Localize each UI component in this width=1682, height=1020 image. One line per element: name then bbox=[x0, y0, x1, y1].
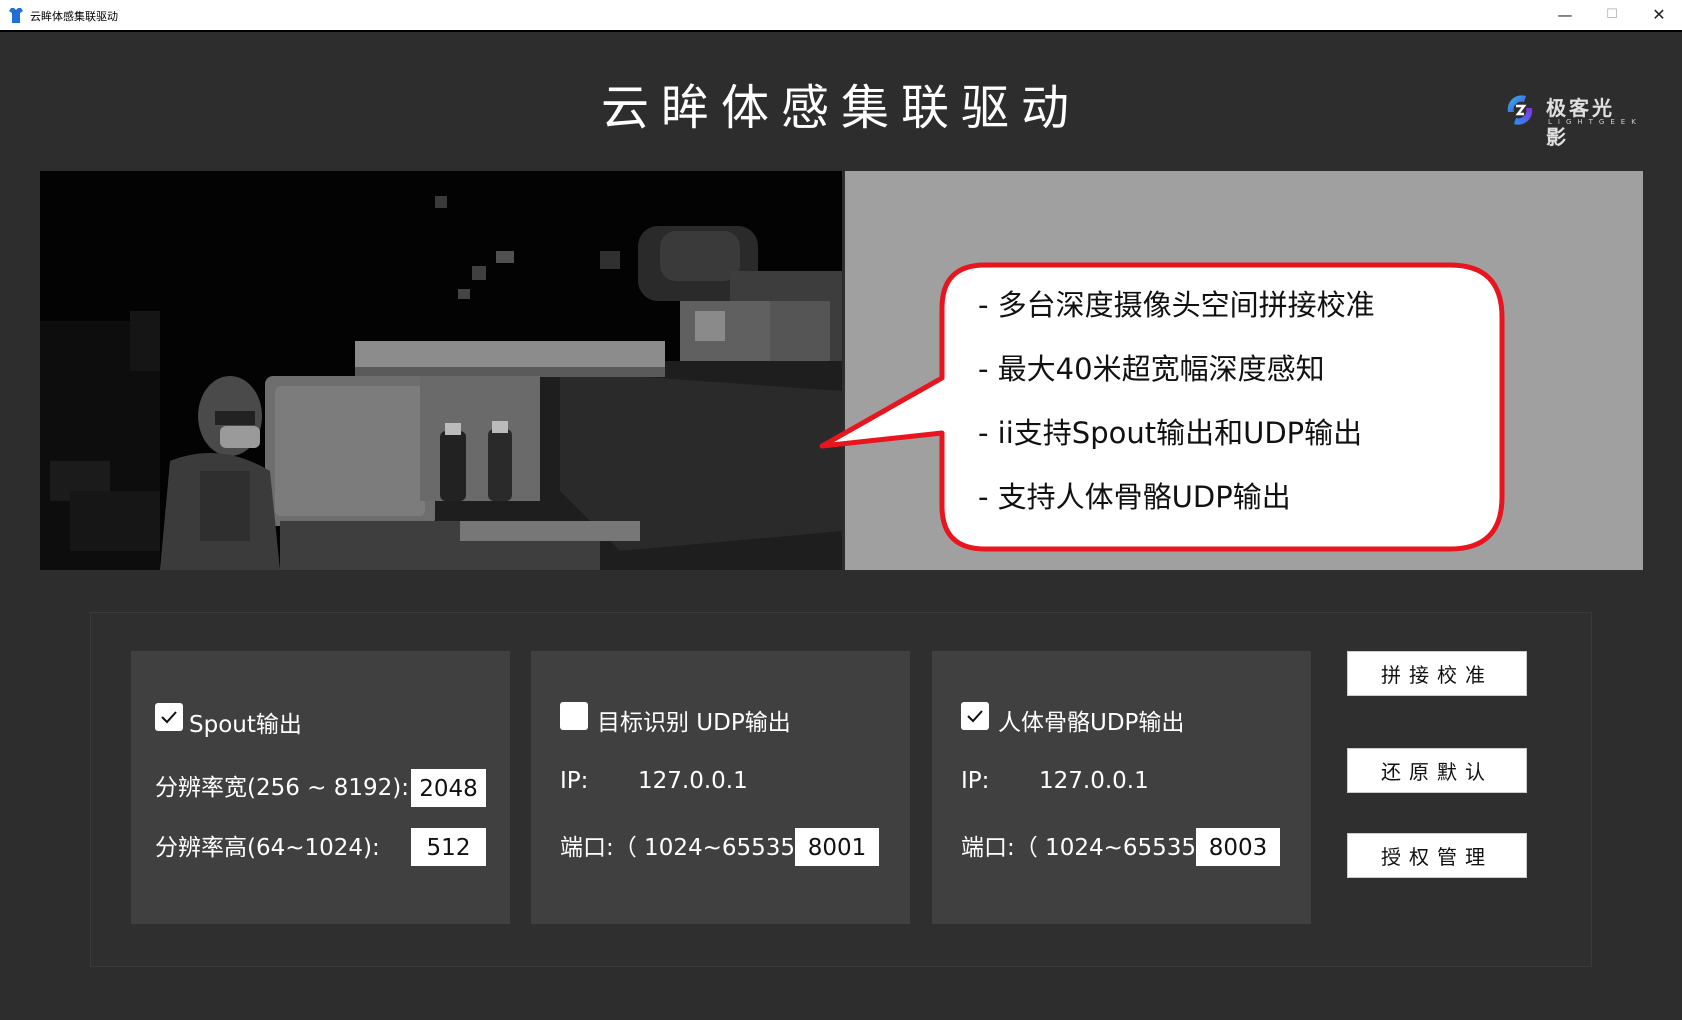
skeleton-ip-label: IP: bbox=[961, 768, 990, 794]
skeleton-udp-label: 人体骨骼UDP输出 bbox=[998, 710, 1185, 736]
spout-output-checkbox[interactable] bbox=[155, 703, 183, 731]
depth-camera-view bbox=[40, 171, 842, 570]
minimize-button[interactable]: — bbox=[1540, 0, 1590, 30]
skeleton-port-label: 端口:（ 1024~65535 ） bbox=[961, 835, 1227, 861]
license-manage-button[interactable]: 授权管理 bbox=[1347, 833, 1527, 878]
target-ip-value[interactable]: 127.0.0.1 bbox=[638, 768, 748, 794]
skeleton-udp-card: 人体骨骼UDP输出 IP: 127.0.0.1 端口:（ 1024~65535 … bbox=[932, 651, 1311, 924]
maximize-button[interactable]: ☐ bbox=[1587, 0, 1637, 30]
skeleton-ip-value[interactable]: 127.0.0.1 bbox=[1039, 768, 1149, 794]
height-label: 分辨率高(64~1024): bbox=[155, 835, 380, 861]
feature-line: - 多台深度摄像头空间拼接校准 bbox=[978, 288, 1375, 322]
checkmark-icon bbox=[161, 711, 177, 724]
logo-text-en: LIGHTGEEK bbox=[1548, 118, 1642, 126]
target-port-label: 端口:（ 1024~65535 ） bbox=[560, 835, 826, 861]
spout-output-label: Spout输出 bbox=[189, 712, 302, 738]
skeleton-port-input[interactable]: 8003 bbox=[1196, 828, 1280, 866]
skeleton-udp-checkbox[interactable] bbox=[961, 702, 989, 730]
stitch-calibrate-button[interactable]: 拼接校准 bbox=[1347, 651, 1527, 696]
target-udp-label: 目标识别 UDP输出 bbox=[597, 710, 791, 736]
target-udp-card: 目标识别 UDP输出 IP: 127.0.0.1 端口:（ 1024~65535… bbox=[531, 651, 910, 924]
checkmark-icon bbox=[967, 710, 983, 723]
target-ip-label: IP: bbox=[560, 768, 589, 794]
spout-output-card: Spout输出 分辨率宽(256 ~ 8192): 2048 分辨率高(64~1… bbox=[131, 651, 510, 924]
brand-logo: 极客光影 LIGHTGEEK bbox=[1502, 90, 1637, 149]
window-title: 云眸体感集联驱动 bbox=[30, 10, 118, 23]
target-port-input[interactable]: 8001 bbox=[795, 828, 879, 866]
reset-default-button[interactable]: 还原默认 bbox=[1347, 748, 1527, 793]
feature-line: - 最大40米超宽幅深度感知 bbox=[978, 352, 1325, 386]
feature-callout-text: - 多台深度摄像头空间拼接校准 - 最大40米超宽幅深度感知 - ii支持Spo… bbox=[978, 287, 1498, 543]
close-button[interactable]: ✕ bbox=[1634, 0, 1682, 30]
feature-line: - ii支持Spout输出和UDP输出 bbox=[978, 416, 1363, 450]
app-title: 云眸体感集联驱动 bbox=[600, 80, 1081, 136]
window-titlebar: 云眸体感集联驱动 — ☐ ✕ bbox=[0, 0, 1682, 32]
depth-image bbox=[40, 196, 842, 570]
width-input[interactable]: 2048 bbox=[411, 769, 486, 807]
width-label: 分辨率宽(256 ~ 8192): bbox=[155, 775, 410, 801]
app-icon bbox=[9, 8, 23, 23]
height-input[interactable]: 512 bbox=[411, 828, 486, 866]
feature-line: - 支持人体骨骼UDP输出 bbox=[978, 480, 1291, 514]
lightgeek-logo-icon bbox=[1507, 95, 1533, 125]
target-udp-checkbox[interactable] bbox=[560, 702, 588, 730]
